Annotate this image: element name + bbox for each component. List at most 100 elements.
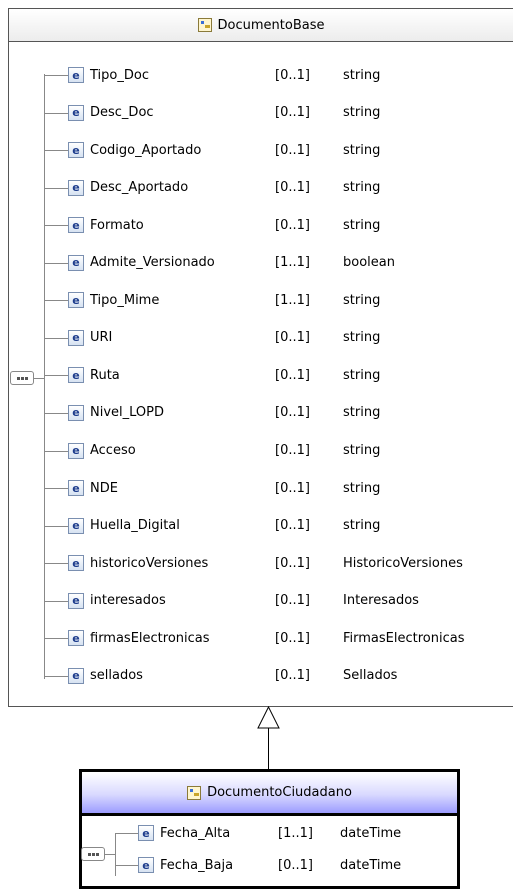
derived-type-box[interactable]: DocumentoCiudadano e Fecha_Alta [1..1] date… — [79, 769, 460, 889]
element-row-tipo-doc[interactable]: e Tipo_Doc [0..1] string — [45, 65, 380, 85]
complex-type-icon — [187, 785, 202, 800]
element-row-desc-aportado[interactable]: e Desc_Aportado [0..1] string — [44, 178, 380, 198]
element-type: dateTime — [340, 857, 402, 873]
element-row-acceso[interactable]: e Acceso [0..1] string — [45, 441, 380, 461]
element-type: string — [343, 480, 381, 496]
derived-type-title: DocumentoCiudadano — [207, 785, 352, 800]
element-cardinality: [0..1] — [275, 630, 310, 646]
element-row-fecha-alta[interactable]: e Fecha_Alta [1..1] dateTime — [114, 823, 401, 843]
element-cardinality: [0..1] — [275, 217, 310, 233]
element-type: dateTime — [340, 825, 402, 841]
element-icon: e — [68, 292, 84, 309]
element-row-formato[interactable]: e Formato [0..1] string — [45, 215, 380, 235]
element-row-desc-doc[interactable]: e Desc_Doc [0..1] string — [45, 103, 380, 123]
element-name: interesados — [90, 593, 166, 609]
element-name: Nivel_LOPD — [90, 405, 165, 421]
element-row-admite-versionado[interactable]: e Admite_Versionado [1..1] boolean — [45, 253, 395, 273]
element-type: string — [343, 518, 381, 534]
element-icon: e — [68, 329, 84, 346]
sequence-icon[interactable] — [10, 371, 34, 385]
element-row-historicoversiones[interactable]: e historicoVersiones [0..1] HistoricoVersio… — [44, 553, 463, 573]
element-icon: e — [68, 404, 84, 421]
element-type: FirmasElectronicas — [343, 630, 465, 646]
element-row-fecha-baja[interactable]: e Fecha_Baja [0..1] dateTime — [114, 855, 401, 875]
element-cardinality: [0..1] — [275, 593, 310, 609]
element-name: Acceso — [90, 443, 136, 458]
element-row-huella-digital[interactable]: e Huella_Digital [0..1] string — [45, 516, 380, 536]
element-type: string — [343, 330, 381, 346]
element-icon: e — [68, 592, 84, 609]
element-name: historicoVersiones — [90, 555, 209, 571]
element-cardinality: [0..1] — [275, 105, 310, 121]
element-row-interesados[interactable]: e interesados [0..1] Interesados — [45, 591, 419, 611]
element-cardinality: [0..1] — [275, 180, 310, 196]
element-name: Tipo_Mime — [90, 292, 160, 308]
element-name: Admite_Versionado — [90, 255, 215, 271]
element-icon: e — [68, 442, 84, 459]
element-row-codigo-aportado[interactable]: e Codigo_Aportado [0..1] string — [44, 140, 380, 160]
element-type: Sellados — [343, 668, 398, 684]
element-row-uri[interactable]: e URI [0..1] string — [44, 328, 380, 348]
element-icon: e — [68, 630, 84, 647]
element-row-nivel-lopd[interactable]: e Nivel_LOPD [0..1] string — [44, 403, 380, 423]
element-type: string — [343, 105, 381, 121]
element-row-tipo-mime[interactable]: e Tipo_Mime [1..1] string — [44, 290, 380, 310]
element-type: Interesados — [343, 593, 419, 609]
sequence-vertical-line — [44, 74, 45, 679]
element-cardinality: [0..1] — [275, 67, 310, 83]
element-icon: e — [68, 142, 84, 159]
element-cardinality: [0..1] — [275, 668, 310, 684]
element-type: string — [343, 67, 381, 83]
element-row-sellados[interactable]: e sellados [0..1] Sellados — [45, 666, 397, 686]
element-cardinality: [0..1] — [278, 857, 313, 873]
base-type-box[interactable]: DocumentoBase e Tipo_Doc [0..1] string e Desc… — [8, 8, 513, 707]
element-type: string — [343, 405, 381, 421]
element-icon: e — [138, 825, 154, 841]
inheritance-line — [268, 728, 269, 770]
sequence-connector — [34, 378, 44, 379]
element-cardinality: [1..1] — [275, 255, 310, 271]
element-name: Codigo_Aportado — [90, 142, 202, 158]
element-type: HistoricoVersiones — [343, 555, 463, 571]
element-icon: e — [68, 217, 84, 234]
element-row-ruta[interactable]: e Ruta [0..1] string — [45, 365, 380, 385]
sequence-connector — [105, 854, 115, 855]
element-type: string — [343, 142, 381, 158]
element-type: string — [343, 367, 381, 383]
sequence-vertical-line — [115, 833, 116, 876]
element-row-nde[interactable]: e NDE [0..1] string — [45, 478, 380, 498]
complex-type-icon — [197, 18, 212, 32]
element-cardinality: [0..1] — [275, 142, 310, 158]
element-icon: e — [68, 254, 84, 271]
element-name: Ruta — [90, 367, 120, 383]
element-icon: e — [68, 480, 84, 497]
element-icon: e — [68, 555, 84, 572]
element-row-firmaselectronicas[interactable]: e firmasElectronicas [0..1] FirmasElectroni… — [45, 628, 464, 648]
base-type-header[interactable]: DocumentoBase — [9, 9, 513, 42]
element-cardinality: [0..1] — [275, 367, 310, 383]
element-icon: e — [68, 667, 84, 684]
element-name: URI — [90, 330, 113, 346]
element-name: Fecha_Alta — [160, 825, 231, 841]
element-name: firmasElectronicas — [90, 630, 210, 646]
element-icon: e — [68, 517, 84, 534]
element-cardinality: [1..1] — [275, 292, 310, 308]
element-type: string — [343, 180, 381, 196]
element-cardinality: [1..1] — [278, 825, 313, 841]
sequence-icon[interactable] — [81, 847, 105, 861]
base-type-title: DocumentoBase — [217, 17, 325, 33]
element-name: Desc_Aportado — [90, 180, 189, 196]
element-cardinality: [0..1] — [275, 405, 310, 421]
element-name: Formato — [90, 217, 144, 233]
element-name: sellados — [90, 668, 143, 684]
element-icon: e — [68, 67, 84, 83]
element-cardinality: [0..1] — [275, 480, 310, 496]
element-name: Tipo_Doc — [90, 67, 149, 83]
element-name: Fecha_Baja — [160, 857, 234, 873]
element-type: string — [343, 217, 381, 233]
element-cardinality: [0..1] — [275, 518, 310, 534]
element-icon: e — [68, 179, 84, 196]
element-icon: e — [68, 367, 84, 384]
element-cardinality: [0..1] — [275, 555, 310, 571]
derived-type-header[interactable]: DocumentoCiudadano — [82, 772, 457, 816]
